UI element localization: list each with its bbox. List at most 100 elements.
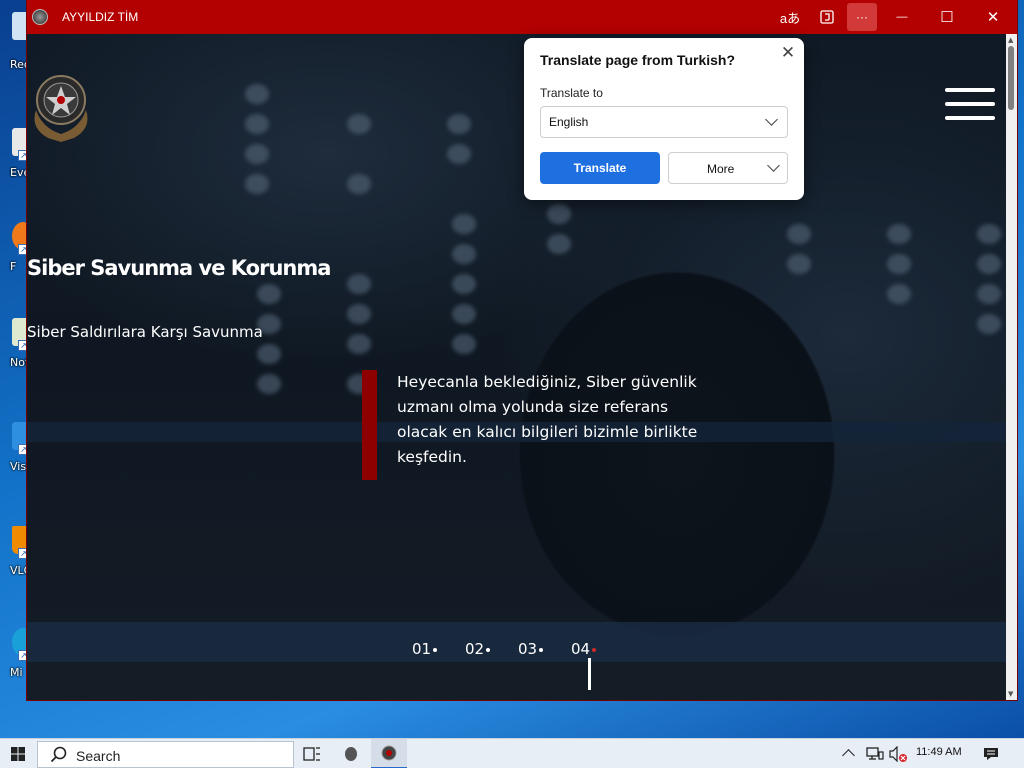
background-light	[547, 234, 571, 254]
background-light	[245, 174, 269, 194]
task-view-button[interactable]	[302, 744, 322, 764]
hero-description: Heyecanla beklediğiniz, Siber güvenlik u…	[397, 373, 698, 466]
maximize-icon: ☐	[940, 9, 954, 26]
minimize-button[interactable]: —	[887, 3, 917, 31]
action-center-icon	[984, 748, 998, 760]
slide-number: 02	[465, 640, 485, 658]
taskbar-app-button-active[interactable]	[371, 739, 407, 768]
settings-more-button[interactable]: ···	[847, 3, 877, 31]
hero-subtitle: Siber Saldırılara Karşı Savunma	[27, 323, 263, 341]
menu-line	[945, 102, 995, 106]
slide-pager-item[interactable]: 02	[465, 640, 518, 658]
window-title: AYYILDIZ TİM	[62, 10, 139, 24]
app-install-button[interactable]	[812, 3, 842, 31]
background-light	[977, 314, 1001, 334]
more-icon: ···	[856, 10, 868, 24]
background-light	[452, 214, 476, 234]
translate-button[interactable]: Translate	[540, 152, 660, 184]
hero-section: Siber Savunma ve Korunma Siber Saldırıla…	[27, 34, 1006, 700]
show-hidden-icons-button[interactable]	[842, 747, 856, 762]
background-light	[887, 284, 911, 304]
hamburger-menu-button[interactable]	[945, 88, 995, 122]
slide-pager-item[interactable]: 03	[518, 640, 571, 658]
start-button[interactable]	[0, 739, 36, 768]
chevron-down-icon	[765, 113, 778, 126]
desktop-icon-label: Mi	[10, 666, 23, 679]
ayyildiz-tim-logo[interactable]	[30, 70, 92, 142]
scroll-down-icon[interactable]: ▼	[1008, 690, 1013, 698]
taskbar-app-button[interactable]	[336, 741, 366, 767]
slide-pager: 01 02 03 04	[412, 640, 624, 658]
volume-button[interactable]	[888, 745, 908, 763]
maximize-button[interactable]: ☐	[932, 3, 962, 31]
background-light	[977, 224, 1001, 244]
scrollbar-thumb[interactable]	[1008, 46, 1014, 110]
close-button[interactable]: ✕	[978, 3, 1008, 31]
background-light	[887, 254, 911, 274]
background-light	[347, 334, 371, 354]
title-bar[interactable]: AYYILDIZ TİM aあ ··· — ☐ ✕	[27, 0, 1017, 34]
desktop-icon-label: F	[10, 260, 17, 273]
background-light	[245, 84, 269, 104]
background-light	[257, 284, 281, 304]
background-light	[452, 244, 476, 264]
chevron-up-icon	[842, 749, 855, 762]
active-slide-indicator	[588, 658, 591, 690]
background-light	[452, 334, 476, 354]
background-light	[447, 114, 471, 134]
slide-pager-item[interactable]: 01	[412, 640, 465, 658]
search-label: Search	[76, 748, 121, 764]
background-light	[245, 114, 269, 134]
language-select[interactable]: English	[540, 106, 788, 138]
app-window: AYYILDIZ TİM aあ ··· — ☐ ✕ Siber Savunma …	[27, 0, 1017, 700]
menu-line	[945, 88, 995, 92]
chevron-down-icon	[767, 159, 780, 172]
translate-popup-title: Translate page from Turkish?	[540, 52, 736, 68]
ayyildiz-app-icon	[381, 745, 397, 761]
background-light	[347, 174, 371, 194]
network-button[interactable]	[866, 746, 884, 762]
windows-logo-icon	[11, 747, 25, 761]
scroll-up-icon[interactable]: ▲	[1008, 36, 1013, 44]
background-light	[787, 254, 811, 274]
ayyildiz-app-icon	[345, 747, 357, 761]
background-light	[347, 304, 371, 324]
translate-icon-button[interactable]: aあ	[775, 3, 805, 31]
quote-accent-bar	[362, 370, 377, 480]
slide-pager-item-active[interactable]: 04	[571, 640, 624, 658]
minimize-icon: —	[896, 11, 908, 23]
slide-number: 04	[571, 640, 591, 658]
menu-line	[945, 116, 995, 120]
more-button-label: More	[707, 162, 735, 176]
clock[interactable]: 11:49 AM	[916, 746, 962, 758]
pager-dot	[486, 647, 491, 652]
background-light	[347, 274, 371, 294]
background-light	[787, 224, 811, 244]
background-light	[447, 144, 471, 164]
app-available-icon	[820, 10, 834, 24]
background-light	[977, 254, 1001, 274]
taskbar-search-box[interactable]: Search	[37, 741, 294, 768]
slide-number: 01	[412, 640, 432, 658]
translate-to-label: Translate to	[540, 86, 603, 100]
close-icon: ✕	[986, 9, 1000, 26]
background-light	[547, 204, 571, 224]
notifications-button[interactable]	[982, 745, 1000, 763]
more-options-button[interactable]: More	[668, 152, 788, 184]
slide-number: 03	[518, 640, 538, 658]
translate-icon: aあ	[779, 10, 801, 26]
background-light	[245, 144, 269, 164]
hero-title: Siber Savunma ve Korunma	[27, 256, 331, 280]
background-light	[452, 274, 476, 294]
volume-muted-icon	[889, 745, 907, 763]
translate-popup: Translate page from Turkish? ✕ Translate…	[524, 38, 804, 200]
vertical-scrollbar[interactable]: ▲ ▼	[1006, 34, 1017, 700]
background-light	[887, 224, 911, 244]
taskbar: Search 11:49 AM	[0, 738, 1024, 768]
pager-dot	[592, 647, 597, 652]
task-view-icon	[303, 747, 320, 761]
popup-close-button[interactable]: ✕	[778, 44, 798, 64]
background-light	[977, 284, 1001, 304]
search-icon	[50, 746, 67, 763]
background-light	[347, 114, 371, 134]
